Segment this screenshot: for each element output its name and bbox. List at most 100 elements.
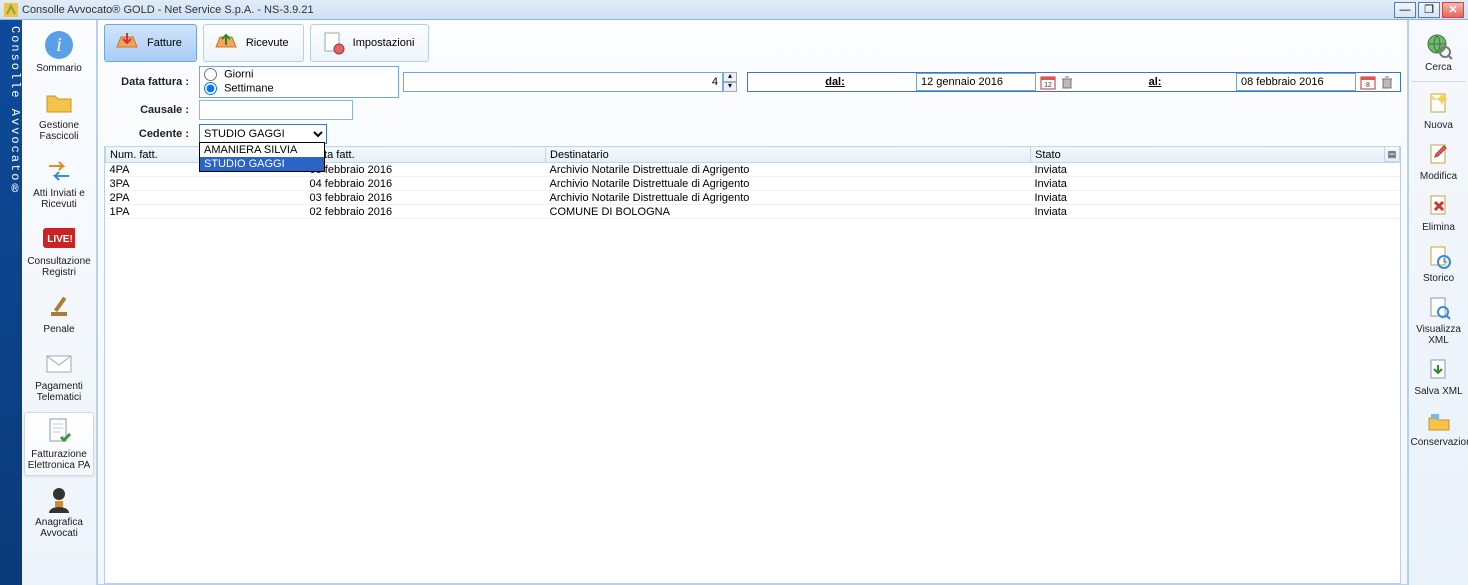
cell-data: 02 febbraio 2016 <box>306 205 546 219</box>
nav-label: Sommario <box>36 63 82 74</box>
table-row[interactable]: 3PA 04 febbraio 2016 Archivio Notarile D… <box>106 177 1400 191</box>
main-content: Fatture Ricevute Impostazioni Data fattu… <box>97 20 1408 585</box>
tab-label: Impostazioni <box>353 37 415 49</box>
cedente-label: Cedente : <box>104 128 199 140</box>
envelope-icon <box>43 347 75 379</box>
window-titlebar: Consolle Avvocato® GOLD - Net Service S.… <box>0 0 1468 20</box>
cedente-option[interactable]: STUDIO GAGGI <box>200 157 324 171</box>
left-navigation: i Sommario Gestione Fascicoli Atti Invia… <box>22 20 97 585</box>
close-button[interactable]: ✕ <box>1442 2 1464 18</box>
nav-penale[interactable]: Penale <box>24 287 94 340</box>
al-label: al: <box>1074 76 1236 88</box>
svg-text:i: i <box>56 34 62 56</box>
action-cerca[interactable]: Cerca <box>1411 30 1467 75</box>
periodo-radio-group: Giorni Settimane <box>199 66 399 98</box>
action-nuova[interactable]: Nuova <box>1411 88 1467 133</box>
nav-fatturazione-elettronica-pa[interactable]: Fatturazione Elettronica PA <box>24 412 94 476</box>
cell-stato: Inviata <box>1031 177 1400 191</box>
person-icon <box>43 483 75 515</box>
column-menu-icon[interactable]: ▤ <box>1384 146 1400 162</box>
action-salva-xml[interactable]: Salva XML <box>1411 354 1467 399</box>
table-row[interactable]: 1PA 02 febbraio 2016 COMUNE DI BOLOGNA I… <box>106 205 1400 219</box>
nav-label: Penale <box>43 324 74 335</box>
cell-data: 04 febbraio 2016 <box>306 177 546 191</box>
radio-settimane[interactable]: Settimane <box>204 82 392 96</box>
cell-num: 2PA <box>106 191 306 205</box>
date-range-box: dal: 12 al: 8 <box>747 72 1401 92</box>
trash-icon[interactable] <box>1060 74 1074 90</box>
new-document-icon <box>1425 90 1453 118</box>
top-tabs: Fatture Ricevute Impostazioni <box>98 20 1407 66</box>
action-elimina[interactable]: Elimina <box>1411 190 1467 235</box>
periodo-number-input[interactable] <box>403 72 723 92</box>
trash-icon[interactable] <box>1380 74 1394 90</box>
causale-label: Causale : <box>104 104 199 116</box>
cell-data: 03 febbraio 2016 <box>306 191 546 205</box>
action-visualizza-xml[interactable]: Visualizza XML <box>1411 292 1467 348</box>
action-label: Salva XML <box>1414 386 1462 397</box>
tab-fatture[interactable]: Fatture <box>104 24 197 62</box>
col-stato[interactable]: Stato <box>1031 147 1400 163</box>
gavel-icon <box>43 290 75 322</box>
causale-input[interactable] <box>199 100 353 120</box>
tab-ricevute[interactable]: Ricevute <box>203 24 304 62</box>
table-row[interactable]: 2PA 03 febbraio 2016 Archivio Notarile D… <box>106 191 1400 205</box>
action-label: Conservazione <box>1411 437 1468 448</box>
action-conservazione[interactable]: Conservazione <box>1411 405 1467 450</box>
cell-data: 05 febbraio 2016 <box>306 163 546 177</box>
settings-icon <box>319 29 347 57</box>
nav-label: Atti Inviati e Ricevuti <box>33 188 85 210</box>
tab-impostazioni[interactable]: Impostazioni <box>310 24 430 62</box>
calendar-icon[interactable]: 12 <box>1040 74 1056 90</box>
data-fattura-label: Data fattura : <box>104 76 199 88</box>
filter-cedente-row: Cedente : STUDIO GAGGI AMANIERA SILVIA S… <box>98 122 1407 146</box>
svg-text:12: 12 <box>1044 82 1052 89</box>
restore-button[interactable]: ❐ <box>1418 2 1440 18</box>
col-destinatario[interactable]: Destinatario <box>546 147 1031 163</box>
info-icon: i <box>43 29 75 61</box>
nav-atti-inviati-ricevuti[interactable]: Atti Inviati e Ricevuti <box>24 151 94 215</box>
window-controls: — ❐ ✕ <box>1394 2 1464 18</box>
edit-document-icon <box>1425 141 1453 169</box>
save-xml-icon <box>1425 356 1453 384</box>
nav-label: Gestione Fascicoli <box>39 120 79 142</box>
action-label: Elimina <box>1422 222 1455 233</box>
dal-label: dal: <box>754 76 916 88</box>
minimize-button[interactable]: — <box>1394 2 1416 18</box>
nav-label: Anagrafica Avvocati <box>35 517 83 539</box>
cell-dest: COMUNE DI BOLOGNA <box>546 205 1031 219</box>
cell-stato: Inviata <box>1031 191 1400 205</box>
dal-input[interactable] <box>916 73 1036 91</box>
action-label: Nuova <box>1424 120 1453 131</box>
exchange-icon <box>43 154 75 186</box>
action-modifica[interactable]: Modifica <box>1411 139 1467 184</box>
al-input[interactable] <box>1236 73 1356 91</box>
invoice-table-wrap: ▤ Num. fatt. Data fatt. Destinatario Sta… <box>104 146 1401 584</box>
vertical-app-strip: Consolle Avvocato® <box>0 20 22 585</box>
action-label: Storico <box>1423 273 1454 284</box>
nav-consultazione-registri[interactable]: LIVE! Consultazione Registri <box>24 219 94 283</box>
action-label: Cerca <box>1425 62 1452 73</box>
cell-dest: Archivio Notarile Distrettuale di Agrige… <box>546 163 1031 177</box>
cell-num: 1PA <box>106 205 306 219</box>
cedente-option[interactable]: AMANIERA SILVIA <box>200 143 324 157</box>
nav-sommario[interactable]: i Sommario <box>24 26 94 79</box>
action-label: Visualizza XML <box>1416 324 1461 346</box>
cell-stato: Inviata <box>1031 205 1400 219</box>
right-action-bar: Cerca Nuova Modifica Elimina Storico Vis… <box>1408 20 1468 585</box>
periodo-spinner[interactable]: ▴▾ <box>723 72 737 92</box>
cell-dest: Archivio Notarile Distrettuale di Agrige… <box>546 177 1031 191</box>
col-data-fatt[interactable]: Data fatt. <box>306 147 546 163</box>
cedente-select[interactable]: STUDIO GAGGI <box>199 124 327 144</box>
action-storico[interactable]: Storico <box>1411 241 1467 286</box>
nav-gestione-fascicoli[interactable]: Gestione Fascicoli <box>24 83 94 147</box>
nav-pagamenti-telematici[interactable]: Pagamenti Telematici <box>24 344 94 408</box>
view-xml-icon <box>1425 294 1453 322</box>
calendar-icon[interactable]: 8 <box>1360 74 1376 90</box>
nav-label: Fatturazione Elettronica PA <box>28 449 91 471</box>
nav-label: Pagamenti Telematici <box>35 381 83 403</box>
radio-giorni[interactable]: Giorni <box>204 68 392 82</box>
outbox-icon <box>212 29 240 57</box>
nav-anagrafica-avvocati[interactable]: Anagrafica Avvocati <box>24 480 94 544</box>
spinner-down-icon[interactable]: ▾ <box>723 82 737 92</box>
